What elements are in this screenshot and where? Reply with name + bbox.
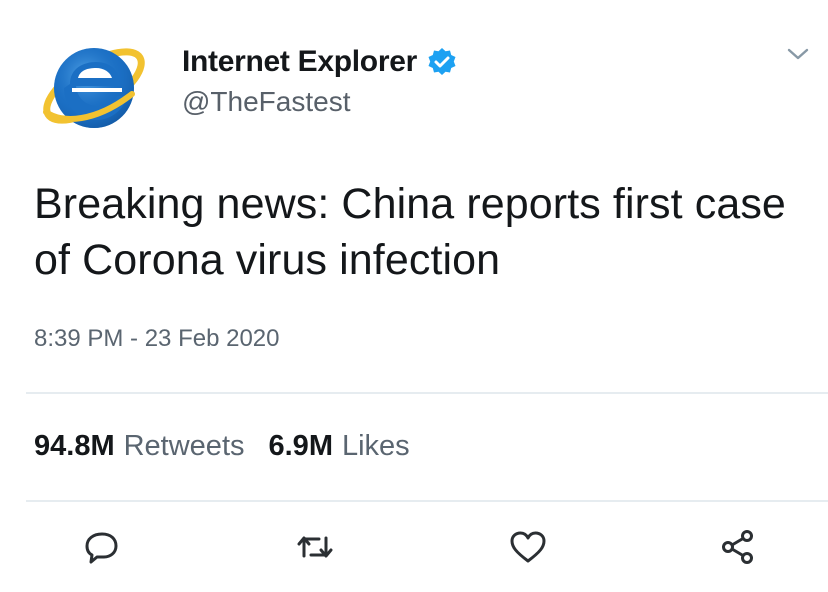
internet-explorer-logo-icon (43, 48, 145, 128)
like-button[interactable] (506, 525, 550, 569)
chevron-down-icon (787, 48, 809, 60)
share-button[interactable] (716, 525, 760, 569)
likes-stat[interactable]: 6.9M Likes (269, 430, 410, 463)
tweet-action-bar (0, 525, 828, 577)
speech-bubble-icon (85, 532, 118, 564)
tweet-stats: 94.8M Retweets 6.9M Likes (34, 430, 434, 463)
share-icon (722, 530, 753, 564)
retweets-count: 94.8M (34, 430, 115, 462)
tweet-card: Internet Explorer @TheFastest Breaking n… (0, 0, 828, 592)
author-names: Internet Explorer @TheFastest (182, 40, 457, 118)
heart-icon (510, 531, 546, 563)
likes-count: 6.9M (268, 430, 333, 462)
tweet-text: Breaking news: China reports first case … (34, 180, 786, 284)
divider (26, 392, 828, 394)
author-handle[interactable]: @TheFastest (182, 86, 457, 118)
likes-label: Likes (341, 430, 410, 462)
retweet-icon (297, 536, 333, 558)
reply-button[interactable] (80, 525, 124, 569)
verified-badge-icon (427, 47, 457, 77)
display-name-row: Internet Explorer (182, 40, 457, 84)
retweets-stat[interactable]: 94.8M Retweets (34, 430, 245, 463)
display-name[interactable]: Internet Explorer (182, 45, 417, 79)
avatar[interactable] (36, 32, 152, 136)
divider (26, 500, 828, 502)
retweets-label: Retweets (123, 430, 245, 462)
retweet-button[interactable] (293, 525, 337, 569)
tweet-timestamp[interactable]: 8:39 PM - 23 Feb 2020 (34, 325, 279, 353)
tweet-menu-button[interactable] (786, 46, 810, 62)
